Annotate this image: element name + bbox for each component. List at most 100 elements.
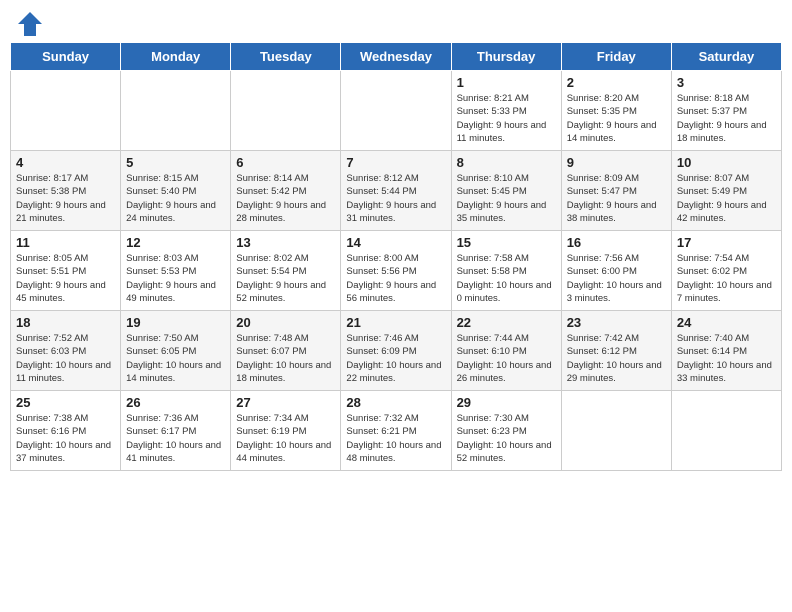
day-info: Sunrise: 8:21 AM Sunset: 5:33 PM Dayligh… [457, 92, 556, 145]
day-info: Sunrise: 7:56 AM Sunset: 6:00 PM Dayligh… [567, 252, 666, 305]
weekday-header-sunday: Sunday [11, 43, 121, 71]
calendar-body: 1 Sunrise: 8:21 AM Sunset: 5:33 PM Daylig… [11, 71, 782, 471]
day-info: Sunrise: 8:03 AM Sunset: 5:53 PM Dayligh… [126, 252, 225, 305]
day-number: 12 [126, 235, 225, 250]
day-info: Sunrise: 7:32 AM Sunset: 6:21 PM Dayligh… [346, 412, 445, 465]
weekday-header-wednesday: Wednesday [341, 43, 451, 71]
calendar-header-row: SundayMondayTuesdayWednesdayThursdayFrid… [11, 43, 782, 71]
calendar-cell [561, 391, 671, 471]
day-number: 9 [567, 155, 666, 170]
day-info: Sunrise: 7:50 AM Sunset: 6:05 PM Dayligh… [126, 332, 225, 385]
day-number: 20 [236, 315, 335, 330]
day-number: 8 [457, 155, 556, 170]
day-info: Sunrise: 7:48 AM Sunset: 6:07 PM Dayligh… [236, 332, 335, 385]
calendar-cell: 1 Sunrise: 8:21 AM Sunset: 5:33 PM Daylig… [451, 71, 561, 151]
calendar-cell: 19 Sunrise: 7:50 AM Sunset: 6:05 PM Dayli… [121, 311, 231, 391]
day-number: 23 [567, 315, 666, 330]
day-number: 5 [126, 155, 225, 170]
weekday-header-tuesday: Tuesday [231, 43, 341, 71]
calendar-cell: 8 Sunrise: 8:10 AM Sunset: 5:45 PM Daylig… [451, 151, 561, 231]
day-number: 21 [346, 315, 445, 330]
calendar-cell: 3Sunrise: 8:18 AM Sunset: 5:37 PM Daylig… [671, 71, 781, 151]
day-number: 4 [16, 155, 115, 170]
calendar-cell: 10 Sunrise: 8:07 AM Sunset: 5:49 PM Dayli… [671, 151, 781, 231]
day-info: Sunrise: 7:40 AM Sunset: 6:14 PM Dayligh… [677, 332, 776, 385]
calendar-cell: 29 Sunrise: 7:30 AM Sunset: 6:23 PM Dayli… [451, 391, 561, 471]
calendar-cell: 17 Sunrise: 7:54 AM Sunset: 6:02 PM Dayli… [671, 231, 781, 311]
weekday-header-friday: Friday [561, 43, 671, 71]
day-number: 18 [16, 315, 115, 330]
day-info: Sunrise: 8:02 AM Sunset: 5:54 PM Dayligh… [236, 252, 335, 305]
calendar-cell [231, 71, 341, 151]
calendar-cell: 13 Sunrise: 8:02 AM Sunset: 5:54 PM Dayli… [231, 231, 341, 311]
day-info: Sunrise: 8:14 AM Sunset: 5:42 PM Dayligh… [236, 172, 335, 225]
day-number: 1 [457, 75, 556, 90]
calendar-week-3: 18Sunrise: 7:52 AM Sunset: 6:03 PM Dayli… [11, 311, 782, 391]
calendar-table: SundayMondayTuesdayWednesdayThursdayFrid… [10, 42, 782, 471]
day-number: 24 [677, 315, 776, 330]
weekday-header-saturday: Saturday [671, 43, 781, 71]
day-number: 2 [567, 75, 666, 90]
weekday-header-thursday: Thursday [451, 43, 561, 71]
calendar-cell [11, 71, 121, 151]
calendar-cell: 2 Sunrise: 8:20 AM Sunset: 5:35 PM Daylig… [561, 71, 671, 151]
day-number: 15 [457, 235, 556, 250]
day-info: Sunrise: 8:09 AM Sunset: 5:47 PM Dayligh… [567, 172, 666, 225]
calendar-cell: 6Sunrise: 8:14 AM Sunset: 5:42 PM Daylig… [231, 151, 341, 231]
day-number: 25 [16, 395, 115, 410]
calendar-cell [341, 71, 451, 151]
day-info: Sunrise: 8:07 AM Sunset: 5:49 PM Dayligh… [677, 172, 776, 225]
day-number: 29 [457, 395, 556, 410]
calendar-cell: 9 Sunrise: 8:09 AM Sunset: 5:47 PM Daylig… [561, 151, 671, 231]
day-number: 26 [126, 395, 225, 410]
day-info: Sunrise: 7:44 AM Sunset: 6:10 PM Dayligh… [457, 332, 556, 385]
calendar-cell: 15Sunrise: 7:58 AM Sunset: 5:58 PM Dayli… [451, 231, 561, 311]
calendar-cell: 23 Sunrise: 7:42 AM Sunset: 6:12 PM Dayli… [561, 311, 671, 391]
weekday-header-monday: Monday [121, 43, 231, 71]
calendar-cell: 21Sunrise: 7:46 AM Sunset: 6:09 PM Dayli… [341, 311, 451, 391]
calendar-cell: 11Sunrise: 8:05 AM Sunset: 5:51 PM Dayli… [11, 231, 121, 311]
page-header [10, 10, 782, 34]
day-info: Sunrise: 7:42 AM Sunset: 6:12 PM Dayligh… [567, 332, 666, 385]
day-info: Sunrise: 8:10 AM Sunset: 5:45 PM Dayligh… [457, 172, 556, 225]
day-info: Sunrise: 7:38 AM Sunset: 6:16 PM Dayligh… [16, 412, 115, 465]
calendar-cell: 28Sunrise: 7:32 AM Sunset: 6:21 PM Dayli… [341, 391, 451, 471]
day-info: Sunrise: 8:17 AM Sunset: 5:38 PM Dayligh… [16, 172, 115, 225]
calendar-week-2: 11Sunrise: 8:05 AM Sunset: 5:51 PM Dayli… [11, 231, 782, 311]
calendar-cell: 27 Sunrise: 7:34 AM Sunset: 6:19 PM Dayli… [231, 391, 341, 471]
day-info: Sunrise: 7:34 AM Sunset: 6:19 PM Dayligh… [236, 412, 335, 465]
day-info: Sunrise: 7:36 AM Sunset: 6:17 PM Dayligh… [126, 412, 225, 465]
calendar-cell [671, 391, 781, 471]
calendar-cell: 7Sunrise: 8:12 AM Sunset: 5:44 PM Daylig… [341, 151, 451, 231]
day-info: Sunrise: 7:54 AM Sunset: 6:02 PM Dayligh… [677, 252, 776, 305]
calendar-cell: 5 Sunrise: 8:15 AM Sunset: 5:40 PM Daylig… [121, 151, 231, 231]
calendar-week-1: 4 Sunrise: 8:17 AM Sunset: 5:38 PM Daylig… [11, 151, 782, 231]
logo [14, 10, 44, 34]
calendar-cell: 12 Sunrise: 8:03 AM Sunset: 5:53 PM Dayli… [121, 231, 231, 311]
day-info: Sunrise: 7:30 AM Sunset: 6:23 PM Dayligh… [457, 412, 556, 465]
calendar-cell: 22 Sunrise: 7:44 AM Sunset: 6:10 PM Dayli… [451, 311, 561, 391]
day-info: Sunrise: 8:00 AM Sunset: 5:56 PM Dayligh… [346, 252, 445, 305]
day-info: Sunrise: 8:18 AM Sunset: 5:37 PM Dayligh… [677, 92, 776, 145]
calendar-cell: 20 Sunrise: 7:48 AM Sunset: 6:07 PM Dayli… [231, 311, 341, 391]
calendar-cell: 18Sunrise: 7:52 AM Sunset: 6:03 PM Dayli… [11, 311, 121, 391]
day-number: 14 [346, 235, 445, 250]
day-info: Sunrise: 8:15 AM Sunset: 5:40 PM Dayligh… [126, 172, 225, 225]
calendar-cell: 26 Sunrise: 7:36 AM Sunset: 6:17 PM Dayli… [121, 391, 231, 471]
calendar-cell: 25 Sunrise: 7:38 AM Sunset: 6:16 PM Dayli… [11, 391, 121, 471]
calendar-cell: 14 Sunrise: 8:00 AM Sunset: 5:56 PM Dayli… [341, 231, 451, 311]
day-number: 22 [457, 315, 556, 330]
day-number: 19 [126, 315, 225, 330]
calendar-week-0: 1 Sunrise: 8:21 AM Sunset: 5:33 PM Daylig… [11, 71, 782, 151]
day-number: 10 [677, 155, 776, 170]
calendar-week-4: 25 Sunrise: 7:38 AM Sunset: 6:16 PM Dayli… [11, 391, 782, 471]
day-number: 17 [677, 235, 776, 250]
day-number: 7 [346, 155, 445, 170]
day-info: Sunrise: 8:05 AM Sunset: 5:51 PM Dayligh… [16, 252, 115, 305]
calendar-cell: 24 Sunrise: 7:40 AM Sunset: 6:14 PM Dayli… [671, 311, 781, 391]
day-number: 13 [236, 235, 335, 250]
day-number: 27 [236, 395, 335, 410]
day-info: Sunrise: 8:20 AM Sunset: 5:35 PM Dayligh… [567, 92, 666, 145]
calendar-cell [121, 71, 231, 151]
calendar-cell: 16Sunrise: 7:56 AM Sunset: 6:00 PM Dayli… [561, 231, 671, 311]
